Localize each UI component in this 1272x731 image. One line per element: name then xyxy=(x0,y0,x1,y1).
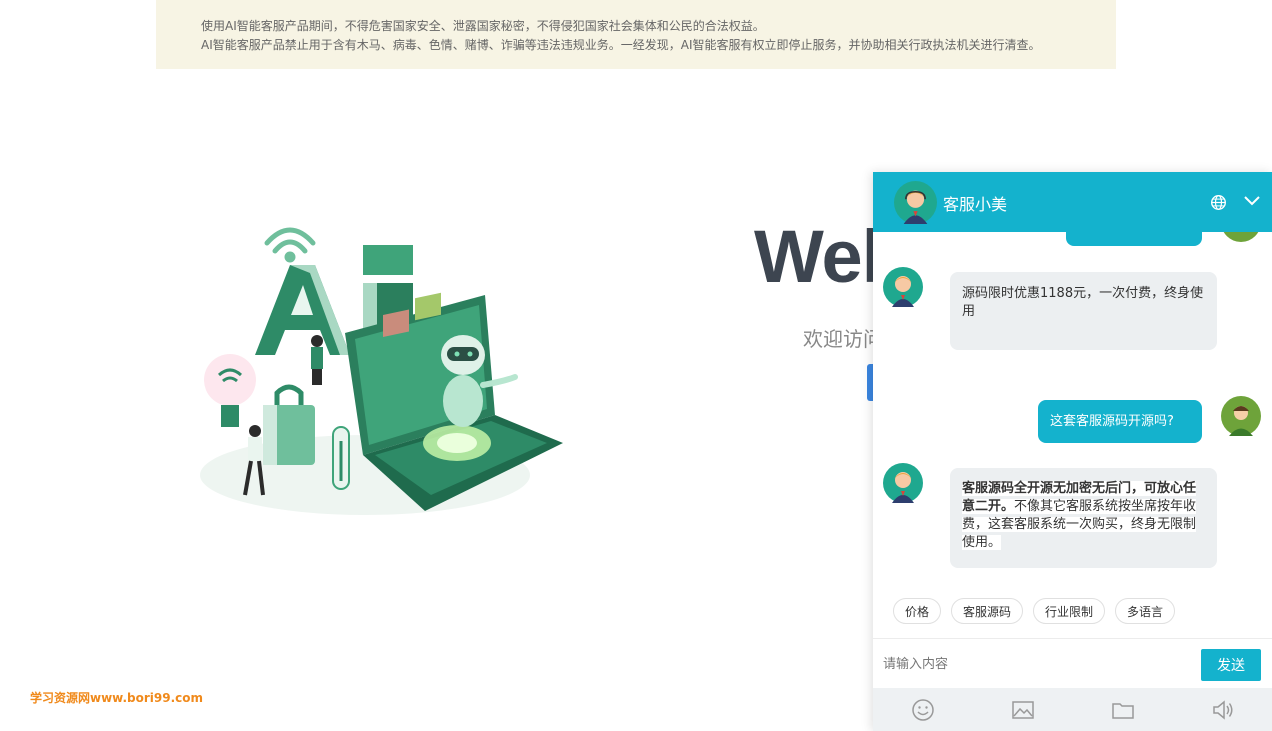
notice-line-2: AI智能客服产品禁止用于含有木马、病毒、色情、赌博、诈骗等违法违规业务。一经发现… xyxy=(201,38,1041,52)
globe-icon[interactable] xyxy=(1210,194,1227,211)
message-bubble-user-prev xyxy=(1066,232,1202,246)
message-bubble-agent: 源码限时优惠1188元，一次付费，终身使用 xyxy=(950,272,1217,350)
image-icon[interactable] xyxy=(1011,698,1035,722)
chat-header: 客服小美 xyxy=(873,172,1272,232)
folder-icon[interactable] xyxy=(1111,698,1135,722)
message-input-row: 发送 xyxy=(873,638,1272,688)
page: 使用AI智能客服产品期间，不得危害国家安全、泄露国家秘密，不得侵犯国家社会集体和… xyxy=(0,0,1272,731)
quick-reply-chip[interactable]: 客服源码 xyxy=(951,598,1024,624)
hero-title: Wel xyxy=(754,215,882,298)
notice-banner: 使用AI智能客服产品期间，不得危害国家安全、泄露国家秘密，不得侵犯国家社会集体和… xyxy=(156,0,1116,69)
agent-name: 客服小美 xyxy=(943,195,1008,214)
message-bubble-user: 这套客服源码开源吗? xyxy=(1038,400,1202,443)
user-avatar-icon xyxy=(1223,232,1259,242)
message-text: 源码限时优惠1188元，一次付费，终身使用 xyxy=(962,286,1204,319)
agent-avatar-icon xyxy=(894,181,937,224)
chat-toolbar xyxy=(873,688,1272,731)
message-text: 这套客服源码开源吗? xyxy=(1050,413,1174,429)
agent-avatar-icon xyxy=(883,463,923,503)
agent-avatar-icon xyxy=(883,267,923,307)
send-button[interactable]: 发送 xyxy=(1201,649,1261,681)
emoji-icon[interactable] xyxy=(911,698,935,722)
user-avatar-icon xyxy=(1221,396,1261,436)
quick-reply-chip[interactable]: 行业限制 xyxy=(1033,598,1106,624)
wifi-icon xyxy=(264,227,316,263)
message-input[interactable] xyxy=(883,649,1183,679)
chevron-down-icon[interactable] xyxy=(1243,194,1261,208)
quick-reply-chip[interactable]: 价格 xyxy=(893,598,942,624)
hero-subtitle: 欢迎访问 xyxy=(803,327,883,351)
notice-line-1: 使用AI智能客服产品期间，不得危害国家安全、泄露国家秘密，不得侵犯国家社会集体和… xyxy=(201,19,765,33)
quick-replies: 价格 客服源码 行业限制 多语言 xyxy=(893,598,1176,624)
ai-illustration xyxy=(200,227,563,515)
chat-widget: 客服小美 源码限时优惠1188元，一次付费，终身使用 这套客服源码开源吗? 客服… xyxy=(873,172,1272,731)
message-list[interactable]: 源码限时优惠1188元，一次付费，终身使用 这套客服源码开源吗? 客服源码全开源… xyxy=(873,232,1272,584)
quick-reply-chip[interactable]: 多语言 xyxy=(1115,598,1176,624)
message-bubble-agent: 客服源码全开源无加密无后门，可放心任意二开。不像其它客服系统按坐席按年收费，这套… xyxy=(950,468,1217,568)
watermark: 学习资源网www.bori99.com xyxy=(30,691,204,705)
speaker-icon[interactable] xyxy=(1211,698,1235,722)
